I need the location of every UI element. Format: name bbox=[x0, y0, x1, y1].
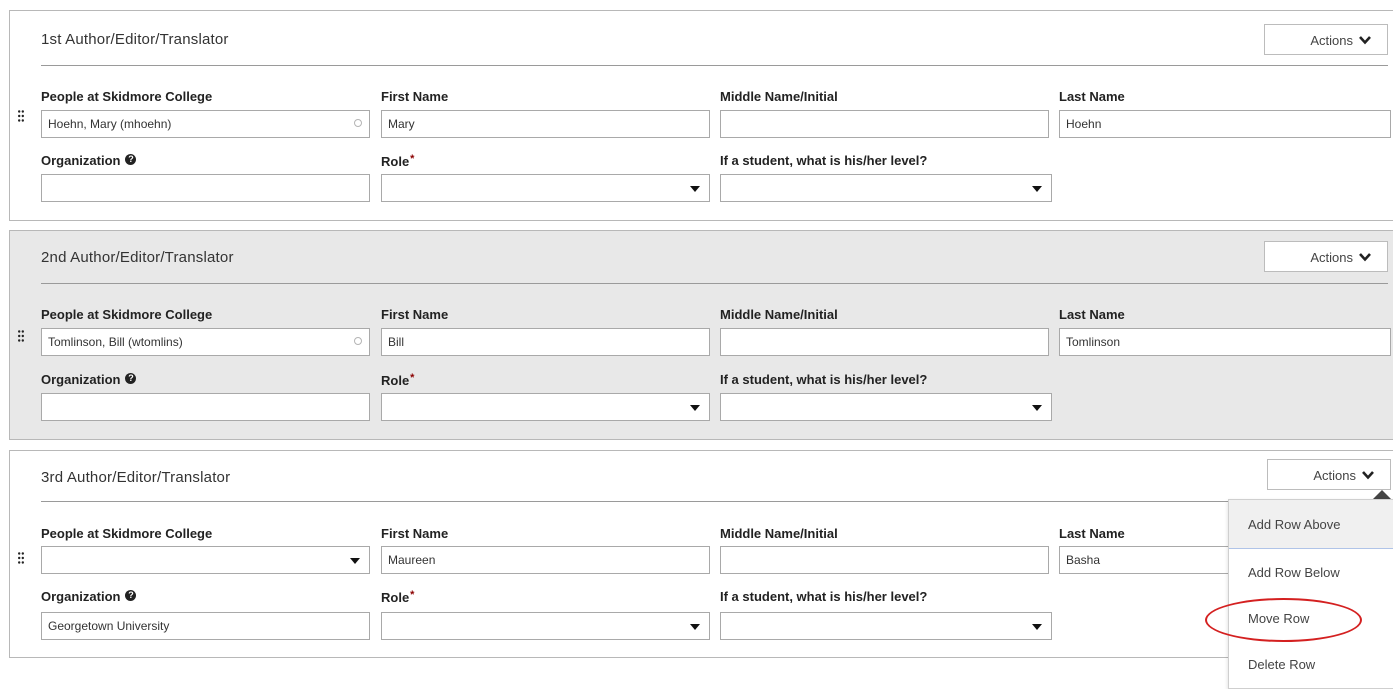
dropdown-caret-icon bbox=[350, 558, 360, 564]
actions-menu: Add Row Above Add Row Below Move Row Del… bbox=[1228, 499, 1393, 689]
clear-icon[interactable] bbox=[354, 119, 362, 127]
first-name-label: First Name bbox=[381, 526, 449, 541]
drag-handle-icon[interactable] bbox=[18, 552, 24, 564]
author-panel-3: 3rd Author/Editor/Translator Actions Peo… bbox=[9, 450, 1393, 658]
people-search-input[interactable]: Tomlinson, Bill (wtomlins) bbox=[41, 328, 370, 356]
author-panel-2: 2nd Author/Editor/Translator Actions Peo… bbox=[9, 230, 1393, 440]
panel-divider bbox=[41, 65, 1388, 66]
middle-name-input[interactable] bbox=[720, 110, 1049, 138]
first-name-label: First Name bbox=[381, 89, 449, 104]
chevron-down-icon bbox=[1362, 471, 1374, 480]
last-name-input[interactable]: Tomlinson bbox=[1059, 328, 1391, 356]
middle-name-label: Middle Name/Initial bbox=[720, 526, 838, 541]
required-marker: * bbox=[410, 153, 415, 165]
panel-title: 1st Author/Editor/Translator bbox=[41, 31, 229, 48]
actions-button[interactable]: Actions bbox=[1267, 459, 1391, 490]
people-select[interactable] bbox=[41, 546, 370, 574]
organization-input[interactable]: Georgetown University bbox=[41, 612, 370, 640]
role-select[interactable] bbox=[381, 612, 710, 640]
dropdown-caret-icon bbox=[690, 186, 700, 192]
chevron-down-icon bbox=[1359, 253, 1371, 262]
middle-name-label: Middle Name/Initial bbox=[720, 89, 838, 104]
role-select[interactable] bbox=[381, 174, 710, 202]
dropdown-caret-icon bbox=[690, 624, 700, 630]
menu-item-delete-row[interactable]: Delete Row bbox=[1229, 642, 1393, 688]
organization-input[interactable] bbox=[41, 174, 370, 202]
organization-label: Organization? bbox=[41, 153, 137, 168]
drag-handle-icon[interactable] bbox=[18, 110, 24, 122]
dropdown-caret-icon bbox=[1032, 186, 1042, 192]
drag-handle-icon[interactable] bbox=[18, 330, 24, 342]
menu-item-add-row-above[interactable]: Add Row Above bbox=[1229, 500, 1393, 549]
first-name-input[interactable]: Mary bbox=[381, 110, 710, 138]
role-label: Role* bbox=[381, 153, 415, 169]
role-label: Role* bbox=[381, 372, 415, 388]
help-icon[interactable]: ? bbox=[125, 590, 137, 601]
people-value: Tomlinson, Bill (wtomlins) bbox=[48, 335, 183, 349]
people-label: People at Skidmore College bbox=[41, 307, 213, 322]
dropdown-caret-icon bbox=[1032, 624, 1042, 630]
people-search-input[interactable]: Hoehn, Mary (mhoehn) bbox=[41, 110, 370, 138]
middle-name-input[interactable] bbox=[720, 328, 1049, 356]
panel-title: 3rd Author/Editor/Translator bbox=[41, 469, 231, 486]
actions-button[interactable]: Actions bbox=[1264, 241, 1388, 272]
actions-label: Actions bbox=[1310, 250, 1353, 265]
panel-divider bbox=[41, 283, 1388, 284]
help-icon[interactable]: ? bbox=[125, 154, 137, 165]
student-level-label: If a student, what is his/her level? bbox=[720, 589, 928, 604]
student-level-select[interactable] bbox=[720, 393, 1052, 421]
menu-item-add-row-below[interactable]: Add Row Below bbox=[1229, 550, 1393, 596]
last-name-input[interactable]: Hoehn bbox=[1059, 110, 1391, 138]
clear-icon[interactable] bbox=[354, 337, 362, 345]
last-name-label: Last Name bbox=[1059, 526, 1125, 541]
student-level-label: If a student, what is his/her level? bbox=[720, 153, 928, 168]
role-select[interactable] bbox=[381, 393, 710, 421]
middle-name-input[interactable] bbox=[720, 546, 1049, 574]
chevron-down-icon bbox=[1359, 36, 1371, 45]
people-label: People at Skidmore College bbox=[41, 526, 213, 541]
people-value: Hoehn, Mary (mhoehn) bbox=[48, 117, 172, 131]
organization-input[interactable] bbox=[41, 393, 370, 421]
panel-divider bbox=[41, 501, 1388, 502]
student-level-select[interactable] bbox=[720, 174, 1052, 202]
people-label: People at Skidmore College bbox=[41, 89, 213, 104]
required-marker: * bbox=[410, 589, 415, 601]
author-panel-1: 1st Author/Editor/Translator Actions Peo… bbox=[9, 10, 1393, 221]
menu-item-move-row[interactable]: Move Row bbox=[1229, 596, 1393, 642]
actions-label: Actions bbox=[1310, 33, 1353, 48]
role-label: Role* bbox=[381, 589, 415, 605]
required-marker: * bbox=[410, 372, 415, 384]
first-name-input[interactable]: Bill bbox=[381, 328, 710, 356]
panel-title: 2nd Author/Editor/Translator bbox=[41, 249, 234, 266]
actions-button[interactable]: Actions bbox=[1264, 24, 1388, 55]
organization-label: Organization? bbox=[41, 589, 137, 604]
last-name-label: Last Name bbox=[1059, 307, 1125, 322]
dropdown-caret-icon bbox=[690, 405, 700, 411]
dropdown-caret-icon bbox=[1032, 405, 1042, 411]
first-name-label: First Name bbox=[381, 307, 449, 322]
menu-pointer bbox=[1373, 490, 1391, 499]
middle-name-label: Middle Name/Initial bbox=[720, 307, 838, 322]
student-level-select[interactable] bbox=[720, 612, 1052, 640]
student-level-label: If a student, what is his/her level? bbox=[720, 372, 928, 387]
actions-label: Actions bbox=[1313, 468, 1356, 483]
help-icon[interactable]: ? bbox=[125, 373, 137, 384]
last-name-label: Last Name bbox=[1059, 89, 1125, 104]
organization-label: Organization? bbox=[41, 372, 137, 387]
first-name-input[interactable]: Maureen bbox=[381, 546, 710, 574]
